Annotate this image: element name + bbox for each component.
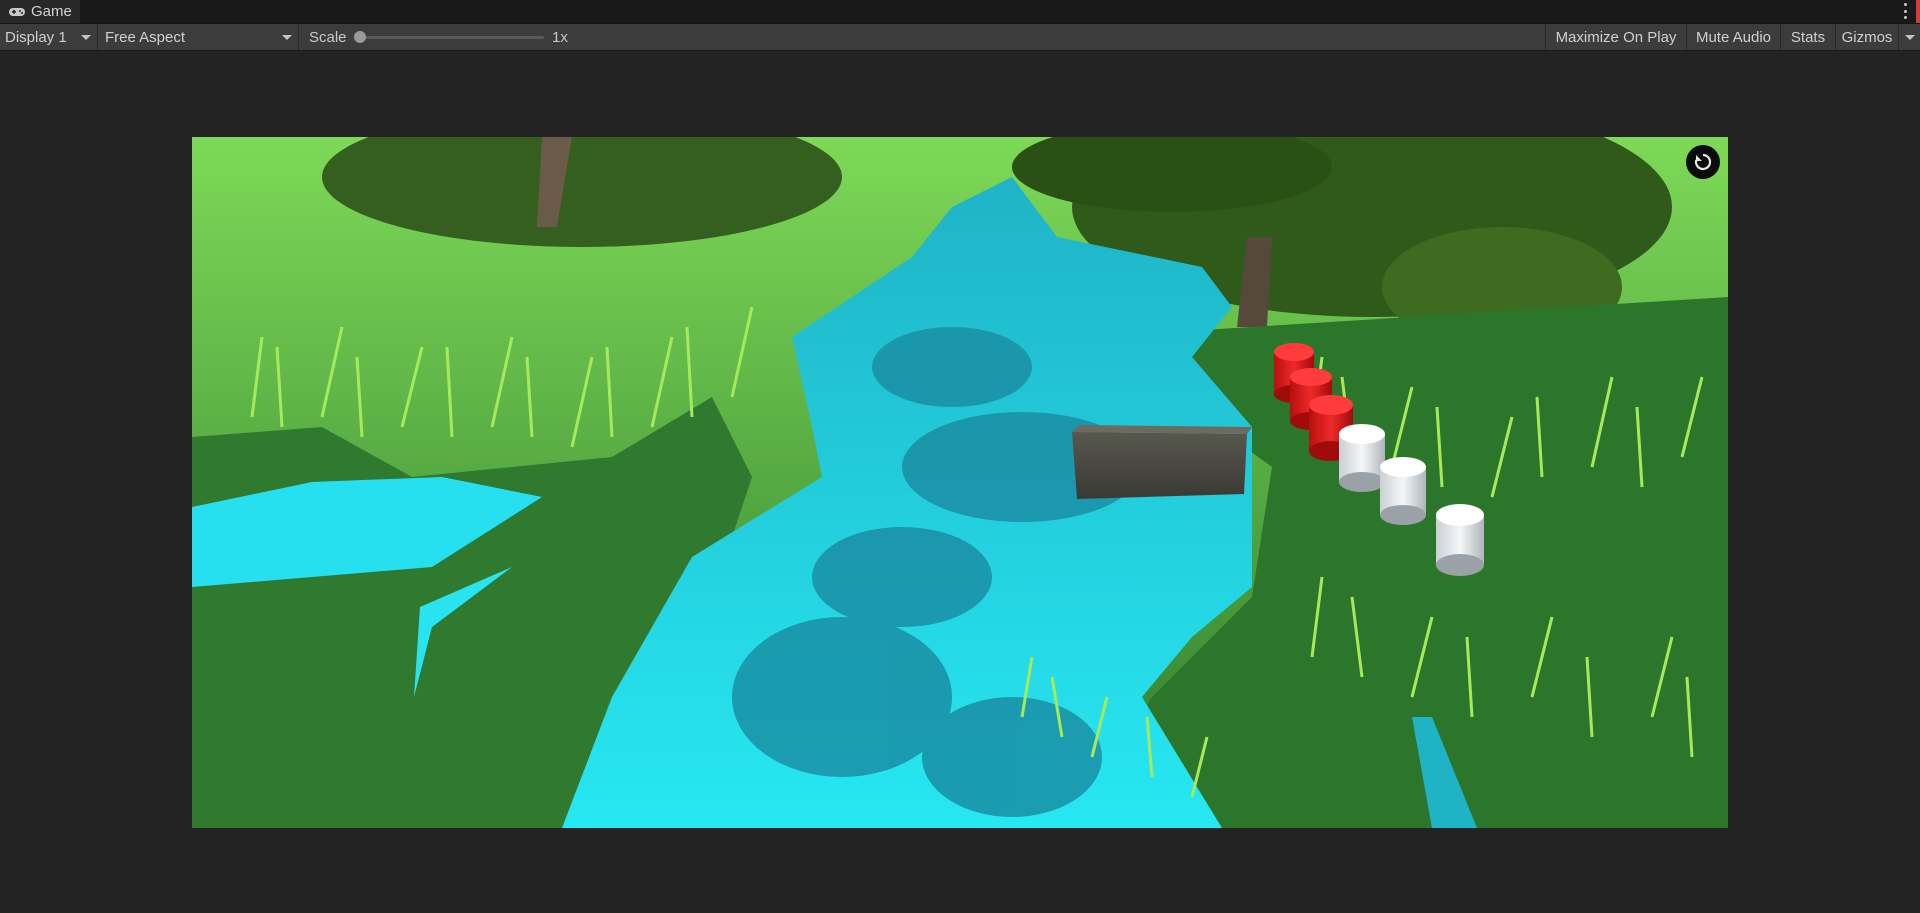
stone-block bbox=[1072, 425, 1252, 499]
scale-slider-thumb[interactable] bbox=[354, 31, 366, 43]
maximize-on-play-button[interactable]: Maximize On Play bbox=[1545, 24, 1686, 50]
refresh-button[interactable] bbox=[1686, 145, 1720, 179]
scale-slider[interactable] bbox=[354, 31, 544, 43]
chevron-down-icon bbox=[81, 35, 91, 40]
scale-value: 1x bbox=[552, 29, 568, 46]
aspect-dropdown-label: Free Aspect bbox=[105, 28, 186, 46]
more-options-icon[interactable] bbox=[1902, 3, 1908, 19]
game-viewport[interactable] bbox=[192, 137, 1728, 828]
gamepad-icon bbox=[9, 7, 25, 16]
gizmos-button[interactable]: Gizmos bbox=[1835, 24, 1898, 50]
refresh-icon bbox=[1694, 153, 1712, 171]
chevron-down-icon bbox=[1904, 34, 1915, 40]
scale-label: Scale bbox=[309, 29, 347, 46]
display-dropdown[interactable]: Display 1 bbox=[0, 24, 98, 50]
maximize-on-play-label: Maximize On Play bbox=[1555, 28, 1677, 46]
game-tab[interactable]: Game bbox=[0, 0, 80, 23]
tab-title: Game bbox=[31, 3, 72, 20]
game-toolbar: Display 1 Free Aspect Scale 1x Maximize … bbox=[0, 24, 1920, 51]
chevron-down-icon bbox=[282, 35, 292, 40]
game-scene bbox=[192, 137, 1728, 828]
window-tab-bar: Game bbox=[0, 0, 1920, 24]
window-edge-marker bbox=[1916, 0, 1920, 23]
gizmos-label: Gizmos bbox=[1841, 28, 1893, 46]
stats-button[interactable]: Stats bbox=[1780, 24, 1835, 50]
display-dropdown-label: Display 1 bbox=[5, 28, 67, 46]
stats-label: Stats bbox=[1790, 28, 1826, 46]
mute-audio-label: Mute Audio bbox=[1695, 28, 1772, 46]
mute-audio-button[interactable]: Mute Audio bbox=[1686, 24, 1780, 50]
aspect-dropdown[interactable]: Free Aspect bbox=[100, 24, 299, 50]
gizmos-dropdown-button[interactable] bbox=[1898, 24, 1920, 50]
